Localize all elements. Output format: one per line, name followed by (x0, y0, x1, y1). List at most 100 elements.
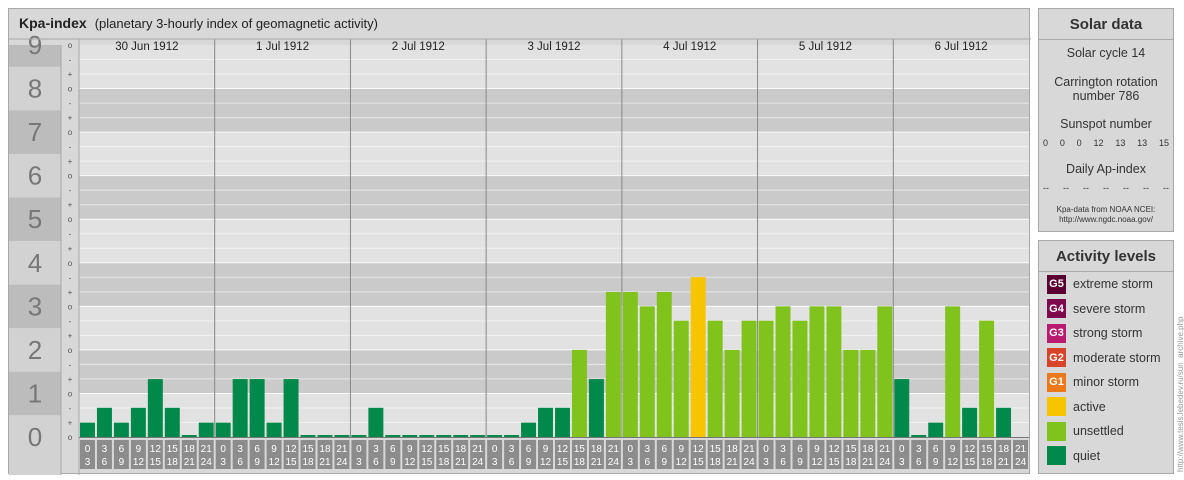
hour-end-label: 21 (591, 457, 603, 468)
bar-quiet (538, 407, 553, 437)
day-label: 30 Jun 1912 (115, 41, 178, 53)
legend-swatch: G1 (1047, 372, 1066, 392)
ap-value: -- (1103, 183, 1109, 193)
hour-end-label: 18 (981, 457, 993, 468)
bar-quiet (130, 407, 146, 437)
hour-end-label: 18 (438, 457, 450, 468)
hour-end-label: 3 (763, 457, 769, 468)
sub-tick-label: - (69, 317, 72, 326)
legend-label: extreme storm (1073, 277, 1153, 291)
legend-label: severe storm (1073, 301, 1146, 316)
bar-quiet (928, 422, 944, 437)
legend-swatch (1047, 446, 1066, 465)
y-tick-label: 5 (28, 204, 42, 234)
legend-item-unsettled: unsettled (1047, 421, 1124, 441)
hour-end-label: 6 (509, 457, 515, 468)
bar-unsettled (724, 349, 740, 437)
sub-tick-label: + (68, 375, 73, 384)
bar-unsettled (605, 291, 621, 437)
hour-start-label: 15 (981, 444, 993, 455)
solar-data-panel: Solar data Solar cycle 14 Carrington rot… (1038, 8, 1174, 232)
hour-start-label: 9 (543, 444, 549, 455)
hour-end-label: 3 (356, 457, 362, 468)
bar-quiet (266, 422, 282, 437)
source-credit: http://www.tesis.lebedev.ru/sun_archive.… (1176, 316, 1184, 473)
sub-tick-label: - (69, 99, 72, 108)
bar-unsettled (945, 306, 961, 437)
hour-end-label: 24 (336, 457, 348, 468)
y-tick-label: 2 (28, 335, 42, 365)
bar-quiet (385, 435, 401, 437)
hour-end-label: 9 (390, 457, 396, 468)
legend-item-severe-storm: G4 severe storm (1047, 299, 1145, 319)
hour-end-label: 9 (254, 457, 260, 468)
sub-tick-label: + (68, 114, 73, 123)
bar-quiet (113, 422, 129, 437)
hour-end-label: 24 (608, 457, 620, 468)
hour-end-label: 6 (780, 457, 786, 468)
sunspot-values: 0 0 0 12 13 13 15 (1043, 138, 1169, 148)
hour-start-label: 18 (998, 444, 1010, 455)
sub-tick-label: + (68, 201, 73, 210)
hour-end-label: 15 (421, 457, 433, 468)
day-label: 4 Jul 1912 (663, 41, 716, 53)
sub-tick-label: o (68, 172, 73, 181)
hour-end-label: 12 (269, 457, 281, 468)
hour-start-label: 6 (119, 444, 125, 455)
bar-unsettled (979, 320, 995, 437)
hour-end-label: 6 (102, 457, 108, 468)
hour-start-label: 3 (916, 444, 922, 455)
sub-tick-label: o (68, 433, 73, 442)
hour-end-label: 12 (676, 457, 688, 468)
hour-end-label: 12 (133, 457, 145, 468)
bar-quiet (147, 379, 163, 437)
sunspot-value: 0 (1076, 138, 1082, 148)
hour-end-label: 24 (744, 457, 756, 468)
divider (1039, 39, 1173, 40)
hour-start-label: 6 (390, 444, 396, 455)
kpa-chart-panel: Kpa-index (planetary 3-hourly index of ge… (8, 8, 1031, 475)
bar-quiet (249, 379, 265, 437)
hour-start-label: 21 (201, 444, 213, 455)
hour-start-label: 15 (167, 444, 179, 455)
hour-end-label: 9 (661, 457, 667, 468)
carrington-line-2: number 786 (1072, 89, 1140, 103)
hour-start-label: 18 (184, 444, 196, 455)
legend-item-moderate-storm: G2 moderate storm (1047, 348, 1161, 368)
band (79, 175, 1029, 220)
hour-end-label: 9 (933, 457, 939, 468)
legend-swatch: G5 (1047, 274, 1066, 294)
hour-end-label: 18 (845, 457, 857, 468)
legend-swatch (1047, 421, 1066, 441)
bar-quiet (402, 435, 418, 437)
bar-unsettled (843, 349, 859, 437)
y-tick-label: 3 (28, 291, 42, 321)
legend-label: unsettled (1073, 424, 1124, 438)
hour-start-label: 6 (797, 444, 803, 455)
ap-value: -- (1083, 183, 1089, 193)
sub-tick-label: o (68, 128, 73, 137)
legend-swatch (1047, 397, 1066, 416)
hour-end-label: 18 (167, 457, 179, 468)
bar-quiet (334, 435, 350, 437)
bar-quiet (504, 435, 520, 437)
bar-unsettled (860, 349, 876, 437)
source-line-2: http://www.ngdc.noaa.gov/ (1059, 215, 1153, 224)
sub-tick-label: - (69, 360, 72, 369)
band (79, 262, 1029, 307)
sub-tick-label: + (68, 331, 73, 340)
sunspot-label: Sunspot number (1060, 117, 1152, 131)
sub-tick-label: o (68, 85, 73, 94)
hour-start-label: 12 (150, 444, 162, 455)
hour-start-label: 0 (85, 444, 91, 455)
hour-start-label: 18 (862, 444, 874, 455)
hour-end-label: 12 (811, 457, 823, 468)
sub-tick-label: + (68, 70, 73, 79)
band (79, 219, 1029, 263)
y-tick-label: 6 (28, 161, 42, 191)
bar-unsettled (758, 320, 774, 437)
bar-quiet (164, 407, 180, 437)
hour-start-label: 12 (557, 444, 569, 455)
day-label: 6 Jul 1912 (935, 41, 988, 53)
y-tick-label: 4 (28, 248, 42, 278)
